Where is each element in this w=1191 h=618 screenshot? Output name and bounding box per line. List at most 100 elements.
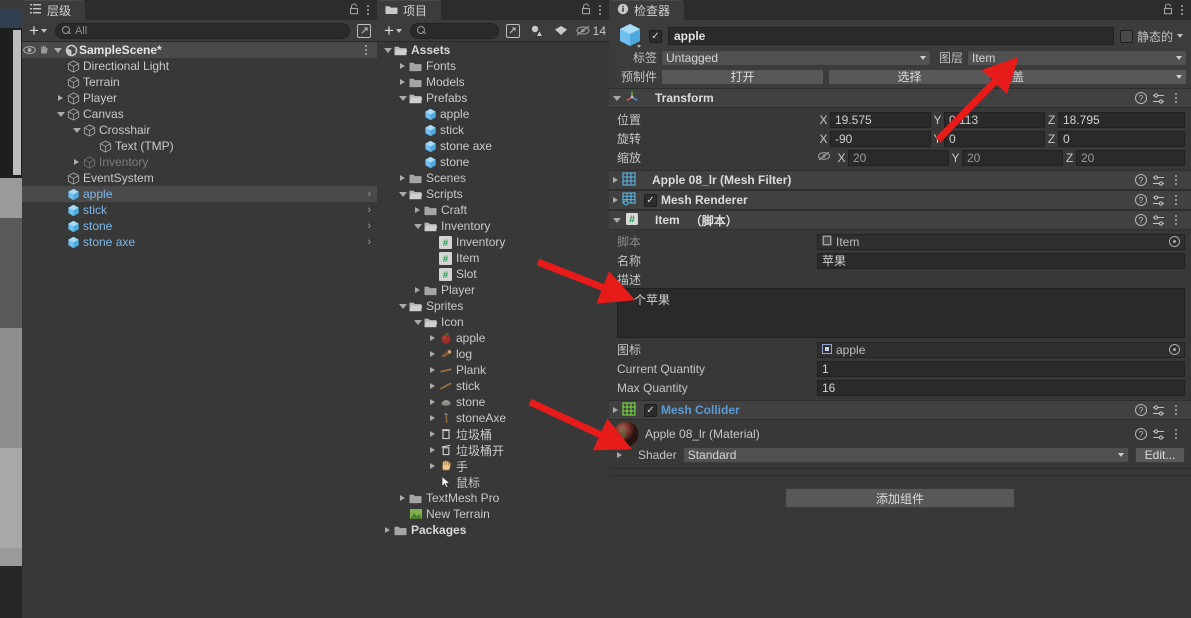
expand-toggle[interactable] — [426, 383, 439, 389]
project-add-button[interactable]: + — [380, 22, 406, 39]
chevron-right-icon[interactable] — [430, 367, 435, 373]
expand-toggle[interactable] — [426, 335, 439, 341]
expand-toggle[interactable] — [396, 175, 409, 181]
tab-hierarchy[interactable]: 层级 — [22, 0, 86, 20]
chevron-down-icon[interactable] — [613, 217, 621, 223]
expand-toggle[interactable] — [396, 495, 409, 501]
tab-inspector[interactable]: 检查器 — [609, 0, 685, 20]
hierarchy-visibility-toggle[interactable] — [354, 22, 374, 39]
mesh-renderer-enabled-checkbox[interactable]: ✓ — [644, 193, 657, 207]
object-name-field[interactable]: apple — [668, 27, 1114, 45]
mesh-collider-component-header[interactable]: ✓ Mesh Collider ? — [609, 400, 1191, 420]
project-item-apple[interactable]: apple — [377, 330, 609, 346]
hierarchy-item-stick[interactable]: stick › — [22, 202, 377, 218]
project-tree[interactable]: Assets Fonts Models Prefabs apple stick stone … — [377, 42, 609, 618]
scale-x-input[interactable]: 20 — [848, 149, 949, 166]
project-item-new-terrain[interactable]: New Terrain — [377, 506, 609, 522]
component-menu-icon[interactable] — [1169, 172, 1183, 188]
project-item-models[interactable]: Models — [377, 74, 609, 90]
lock-icon[interactable] — [1161, 2, 1175, 18]
scale-z-input[interactable]: 20 — [1076, 149, 1185, 166]
chevron-right-icon[interactable] — [613, 177, 618, 183]
project-item-stone[interactable]: stone — [377, 394, 609, 410]
material-header-row[interactable]: Apple 08_lr (Material) ? — [609, 421, 1191, 447]
eye-icon[interactable] — [22, 45, 36, 55]
project-item-stick[interactable]: stick — [377, 122, 609, 138]
help-icon[interactable]: ? — [1135, 194, 1147, 206]
project-item-sprites[interactable]: Sprites — [377, 298, 609, 314]
hierarchy-item-terrain[interactable]: Terrain — [22, 74, 377, 90]
hierarchy-item-eventsystem[interactable]: EventSystem — [22, 170, 377, 186]
chevron-right-icon[interactable] — [430, 351, 435, 357]
shader-dropdown[interactable]: Standard — [682, 446, 1129, 463]
project-item-apple[interactable]: apple — [377, 106, 609, 122]
help-icon[interactable]: ? — [1135, 428, 1147, 440]
chevron-right-icon[interactable] — [613, 197, 618, 203]
preset-icon[interactable] — [1152, 428, 1164, 440]
scale-y-input[interactable]: 20 — [962, 149, 1063, 166]
project-item-[interactable]: 鼠标 — [377, 474, 609, 490]
project-item-stone[interactable]: stone — [377, 154, 609, 170]
hierarchy-tree[interactable]: SampleScene* Directional Light Terrain Play… — [22, 42, 377, 618]
prefab-open-chevron-icon[interactable]: › — [367, 236, 371, 248]
expand-toggle[interactable] — [381, 47, 394, 53]
expand-toggle[interactable] — [54, 111, 67, 117]
preset-icon[interactable] — [1152, 194, 1164, 206]
chevron-down-icon[interactable] — [398, 191, 407, 197]
hierarchy-item-text-tmp[interactable]: Text (TMP) — [22, 138, 377, 154]
transform-component-header[interactable]: Transform ? — [609, 88, 1191, 108]
item-script-component-header[interactable]: # Item （脚本） ? — [609, 210, 1191, 230]
shader-edit-button[interactable]: Edit... — [1135, 446, 1185, 463]
hand-icon[interactable] — [36, 44, 51, 56]
component-menu-icon[interactable] — [1169, 90, 1183, 106]
expand-toggle[interactable] — [396, 191, 409, 197]
expand-toggle[interactable] — [426, 351, 439, 357]
project-type-filter-button[interactable] — [527, 22, 547, 39]
rotation-z-input[interactable]: 0 — [1058, 130, 1185, 147]
prefab-open-button[interactable]: 打开 — [661, 68, 824, 85]
project-item-item[interactable]: # Item — [377, 250, 609, 266]
add-component-button[interactable]: 添加组件 — [785, 488, 1015, 508]
current-quantity-input[interactable]: 1 — [817, 360, 1185, 377]
chevron-right-icon[interactable] — [415, 287, 420, 293]
project-item-inventory[interactable]: # Inventory — [377, 234, 609, 250]
position-z-input[interactable]: 18.795 — [1058, 111, 1185, 128]
chevron-right-icon[interactable] — [385, 527, 390, 533]
expand-toggle[interactable] — [411, 319, 424, 325]
expand-toggle[interactable] — [426, 431, 439, 437]
chevron-right-icon[interactable] — [430, 335, 435, 341]
inspector-menu-icon[interactable] — [1175, 2, 1189, 18]
help-icon[interactable]: ? — [1135, 404, 1147, 416]
project-item-stoneaxe[interactable]: stoneAxe — [377, 410, 609, 426]
hierarchy-item-stone-axe[interactable]: stone axe › — [22, 234, 377, 250]
chevron-right-icon[interactable] — [430, 399, 435, 405]
expand-toggle[interactable] — [70, 159, 83, 165]
prefab-open-chevron-icon[interactable]: › — [367, 204, 371, 216]
lock-icon[interactable] — [579, 2, 593, 18]
expand-toggle[interactable] — [381, 527, 394, 533]
chevron-down-icon[interactable] — [1177, 34, 1183, 38]
lock-icon[interactable] — [347, 2, 361, 18]
hierarchy-search-input[interactable]: All — [54, 22, 350, 39]
max-quantity-input[interactable]: 16 — [817, 379, 1185, 396]
hierarchy-item-samplescene[interactable]: SampleScene* — [22, 42, 377, 58]
chevron-right-icon[interactable] — [58, 95, 63, 101]
hierarchy-item-stone[interactable]: stone › — [22, 218, 377, 234]
mesh-filter-component-header[interactable]: Apple 08_lr (Mesh Filter) ? — [609, 170, 1191, 190]
project-label-filter-button[interactable] — [551, 22, 571, 39]
chevron-right-icon[interactable] — [430, 463, 435, 469]
chevron-right-icon[interactable] — [617, 451, 622, 458]
project-menu-icon[interactable] — [593, 2, 607, 18]
item-name-field[interactable]: 苹果 — [817, 252, 1185, 269]
project-item-assets[interactable]: Assets — [377, 42, 609, 58]
project-item-inventory[interactable]: Inventory — [377, 218, 609, 234]
layer-dropdown[interactable]: Item — [967, 49, 1187, 66]
project-item-packages[interactable]: Packages — [377, 522, 609, 538]
chevron-down-icon[interactable] — [383, 47, 392, 53]
hierarchy-item-inventory[interactable]: Inventory — [22, 154, 377, 170]
prefab-open-chevron-icon[interactable]: › — [367, 220, 371, 232]
object-picker-icon[interactable] — [1169, 236, 1180, 247]
chevron-down-icon[interactable] — [413, 223, 422, 229]
hierarchy-item-crosshair[interactable]: Crosshair — [22, 122, 377, 138]
expand-toggle[interactable] — [396, 79, 409, 85]
